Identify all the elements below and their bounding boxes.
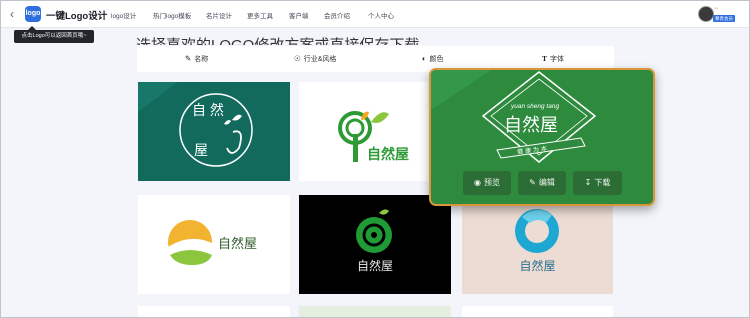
user-name: ·· <box>714 5 719 12</box>
page-title: 选择喜欢的LOGO修改方案或直接保存下载 <box>136 36 426 45</box>
logo-mark-spiral <box>356 209 392 253</box>
eye-icon: ◉ <box>474 178 481 187</box>
download-icon: ↧ <box>584 178 592 187</box>
filter-color-label: 颜色 <box>429 56 444 63</box>
logo-card-7[interactable] <box>138 306 290 317</box>
nav-hot-templates[interactable]: 热门logo模板 <box>153 10 191 20</box>
brand-name[interactable]: 一键Logo设计 <box>46 8 107 22</box>
preview-button[interactable]: ◉ 预览 <box>463 171 511 195</box>
filter-name[interactable]: ✎ 名称 <box>185 54 208 64</box>
user-avatar[interactable] <box>698 6 714 22</box>
pen-icon: ✎ <box>185 54 192 63</box>
filter-industry[interactable]: ☉ 行业&风格 <box>294 54 336 64</box>
filter-name-label: 名称 <box>194 56 209 63</box>
card-5-name: 自然屋 <box>356 259 393 273</box>
nav-membership[interactable]: 会员介绍 <box>324 10 350 20</box>
download-label: 下载 <box>594 178 611 187</box>
palette-icon: ◐ <box>422 54 427 63</box>
card-6-name: 自然屋 <box>519 259 556 273</box>
nav-card-design[interactable]: 名片设计 <box>206 10 232 20</box>
logo-mark-sunfield <box>168 220 212 265</box>
nav-logo-design[interactable]: logo设计 <box>111 10 136 20</box>
card-3-top-text: yuan sheng tang <box>511 103 560 110</box>
nav-personal-center[interactable]: 个人中心 <box>368 10 394 20</box>
logo-card-3-hover[interactable]: yuan sheng tang 自然屋 健康为本 ◉ 预览 ✎ 编辑 ↧ 下载 <box>429 68 655 206</box>
logo-card-1[interactable]: 自 然 屋 <box>138 82 290 181</box>
back-chevron-icon[interactable]: ‹ <box>10 7 14 21</box>
logo-card-5[interactable]: 自然屋 <box>299 195 451 294</box>
vip-badge: 尊贵会员 <box>713 15 735 22</box>
edit-button[interactable]: ✎ 编辑 <box>518 171 566 195</box>
filter-color[interactable]: ◐ 颜色 <box>422 54 444 64</box>
card-1-name-bottom: 屋 <box>194 142 208 158</box>
app-window: ‹ logo 一键Logo设计 logo设计 热门logo模板 名片设计 更多工… <box>0 0 750 318</box>
logo-card-6[interactable]: 自然屋 <box>462 195 613 294</box>
preview-label: 预览 <box>483 178 500 187</box>
app-logo[interactable]: logo <box>25 6 41 22</box>
logo-card-8[interactable] <box>299 306 451 317</box>
target-icon: ☉ <box>294 54 301 63</box>
card-2-name: 自然屋 <box>367 146 409 162</box>
top-navbar: ‹ logo 一键Logo设计 logo设计 热门logo模板 名片设计 更多工… <box>1 1 749 28</box>
card-3-name: 自然屋 <box>504 115 558 135</box>
logo-mark-circle <box>138 82 253 167</box>
pencil-icon: ✎ <box>529 178 536 187</box>
card-1-name-top: 自 然 <box>192 102 224 118</box>
logo-card-4[interactable]: 自然屋 <box>138 195 290 294</box>
filter-font[interactable]: T 字体 <box>542 54 564 64</box>
nav-more-tools[interactable]: 更多工具 <box>247 10 273 20</box>
download-button[interactable]: ↧ 下载 <box>573 171 622 195</box>
text-icon: T <box>542 54 548 63</box>
nav-client[interactable]: 客户端 <box>289 10 309 20</box>
edit-label: 编辑 <box>538 178 555 187</box>
logo-mark-ring <box>515 209 559 253</box>
logo-card-9[interactable] <box>462 306 613 317</box>
card-4-name: 自然屋 <box>218 236 258 251</box>
filter-industry-label: 行业&风格 <box>303 56 337 63</box>
filter-font-label: 字体 <box>550 56 565 63</box>
logo-tooltip: 点击Logo可以返回首页哦~ <box>14 26 94 43</box>
